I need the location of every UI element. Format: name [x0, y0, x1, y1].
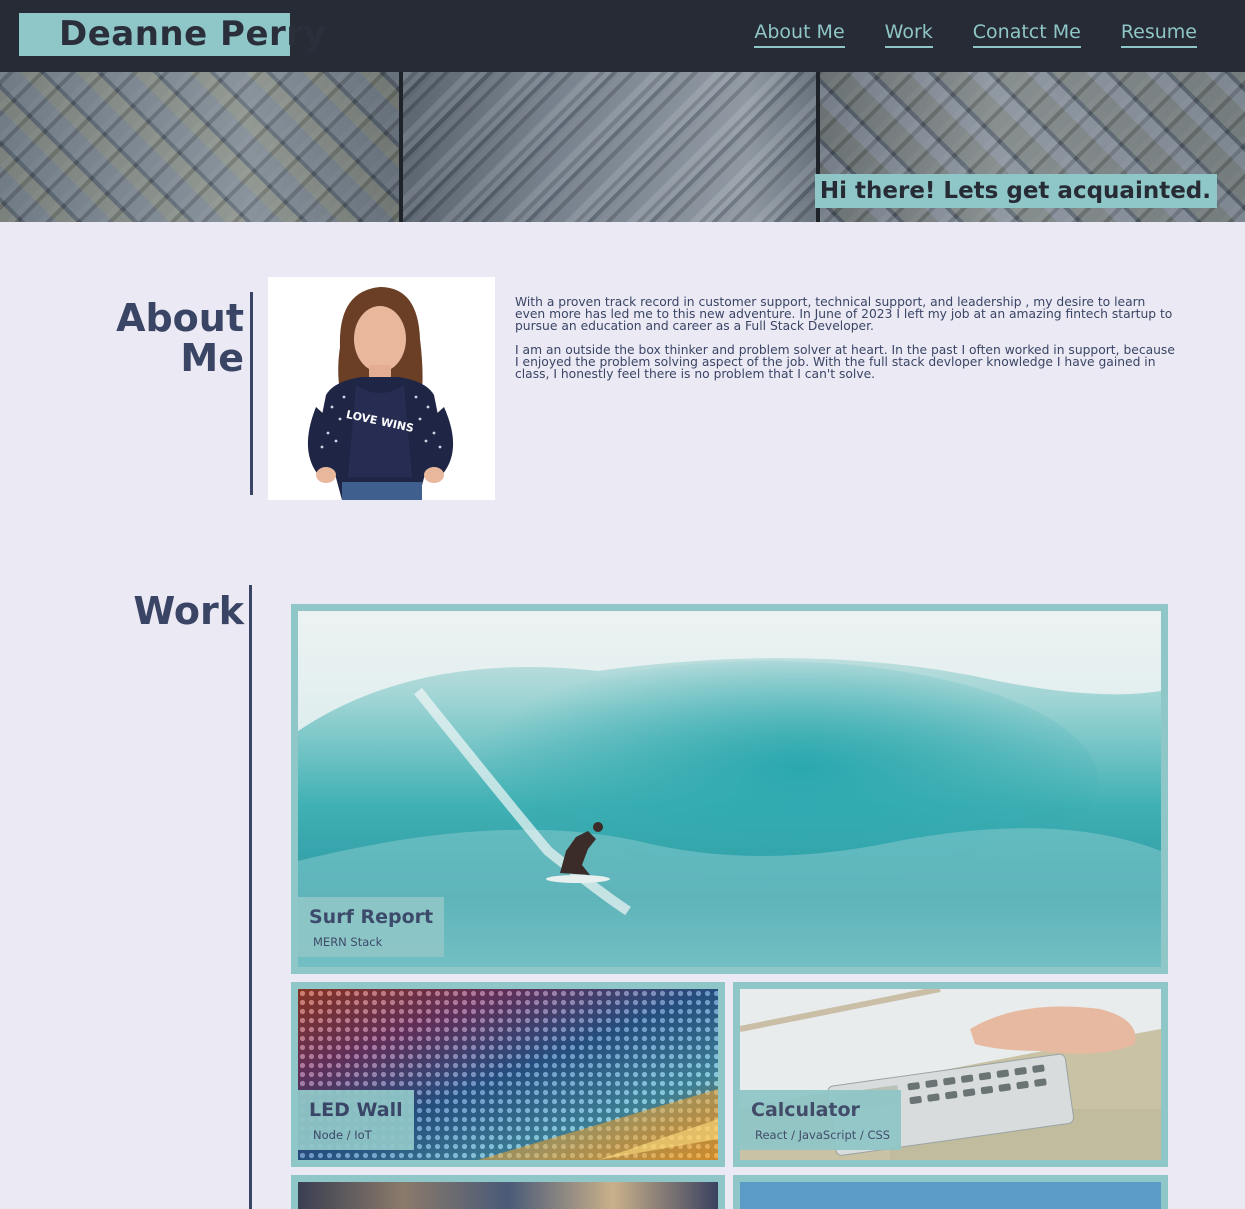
- project-label: Calculator React / JavaScript / CSS: [740, 1090, 902, 1150]
- project-title[interactable]: Calculator: [751, 1099, 890, 1121]
- wood-plank: [0, 72, 400, 222]
- project-image: Calculator React / JavaScript / CSS: [740, 989, 1161, 1160]
- site-header: Deanne Perry About Me Work Conatct Me Re…: [0, 0, 1245, 72]
- nav-resume[interactable]: Resume: [1120, 20, 1197, 48]
- project-stack: MERN Stack: [313, 935, 383, 949]
- project-card-calculator[interactable]: Calculator React / JavaScript / CSS: [733, 982, 1168, 1167]
- project-card-led-wall[interactable]: LED Wall Node / IoT: [291, 982, 725, 1167]
- about-body: With a proven track record in customer s…: [515, 296, 1175, 380]
- project-card-surf-report[interactable]: Surf Report MERN Stack: [291, 604, 1168, 974]
- about-heading-line2: Me: [180, 336, 244, 380]
- about-heading: About Me: [110, 298, 244, 378]
- project-stack: Node / IoT: [313, 1128, 372, 1142]
- project-label: Surf Report MERN Stack: [298, 897, 445, 957]
- main-nav: About Me Work Conatct Me Resume: [754, 20, 1197, 48]
- plank-seam: [399, 72, 403, 222]
- nav-work[interactable]: Work: [884, 20, 933, 48]
- nav-contact-me[interactable]: Conatct Me: [972, 20, 1081, 48]
- brand-logo[interactable]: Deanne Perry: [19, 13, 326, 56]
- project-image: [740, 1182, 1161, 1209]
- nav-about-me[interactable]: About Me: [754, 20, 845, 48]
- work-heading: Work: [133, 589, 244, 633]
- about-paragraph-1: With a proven track record in customer s…: [515, 295, 1173, 333]
- project-label: LED Wall Node / IoT: [298, 1090, 414, 1150]
- project-stack: React / JavaScript / CSS: [755, 1128, 891, 1142]
- project-image: LED Wall Node / IoT: [298, 989, 718, 1160]
- profile-photo: LOVE WINS: [268, 277, 495, 500]
- about-paragraph-2: I am an outside the box thinker and prob…: [515, 343, 1175, 381]
- profile-photo-illustration: LOVE WINS: [268, 277, 495, 500]
- project-card-partial[interactable]: [291, 1175, 725, 1209]
- section-divider: [249, 585, 252, 1209]
- wood-plank: [403, 72, 818, 222]
- project-title[interactable]: Surf Report: [309, 906, 433, 928]
- about-heading-line1: About: [116, 296, 244, 340]
- hero-banner: Hi there! Lets get acquainted.: [0, 72, 1245, 222]
- project-image: Surf Report MERN Stack: [298, 611, 1161, 967]
- project-title[interactable]: LED Wall: [309, 1099, 403, 1121]
- project-image: [298, 1182, 718, 1209]
- project-card-partial[interactable]: [733, 1175, 1168, 1209]
- section-divider: [250, 292, 253, 495]
- hero-tagline: Hi there! Lets get acquainted.: [814, 174, 1217, 208]
